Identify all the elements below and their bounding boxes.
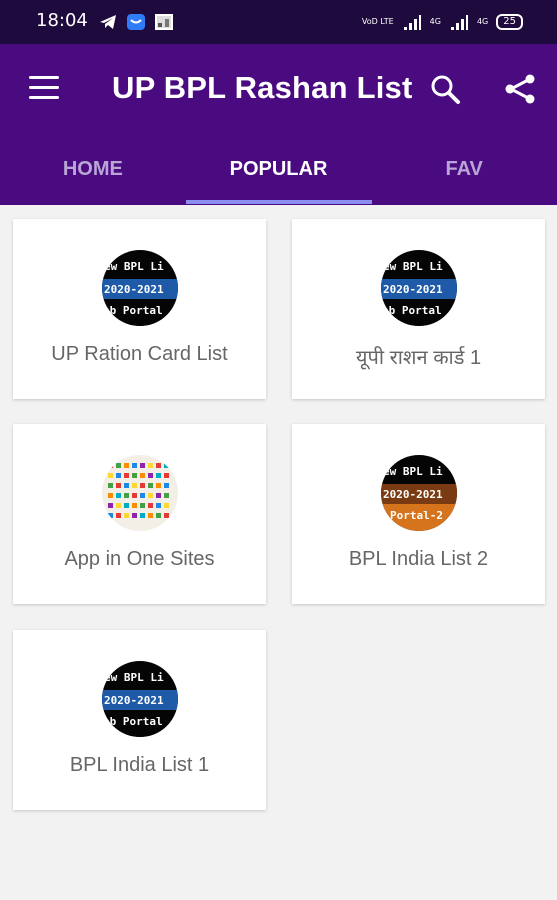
card-app-in-one-sites[interactable]: App in One Sites [13,424,266,604]
card-label: App in One Sites [64,548,215,570]
card-label: यूपी राशन कार्ड 1 [355,347,482,369]
svg-text:Portal-2: Portal-2 [390,509,443,522]
tab-home[interactable]: HOME [0,144,186,205]
card-label: BPL India List 2 [348,548,489,570]
tab-popular[interactable]: POPULAR [186,144,372,205]
card-up-ration-card-list[interactable]: ew BPL Li 2020-2021 eb Portal UP Ration … [13,219,266,399]
app-grid-icon [101,455,178,531]
status-bar: 18:04 VoD LTE 4G 4G 25 [0,0,557,44]
menu-icon[interactable] [27,74,61,104]
message-icon [126,12,146,32]
network-label-1: VoD LTE [361,17,394,26]
app-title: UP BPL Rashan List [112,70,413,105]
tab-fav[interactable]: FAV [371,144,557,205]
signal-icon-2 [449,12,469,32]
share-icon[interactable] [503,72,537,106]
portal-thumbnail-icon: ew BPL Li 2020-2021 eb Portal [380,250,457,326]
portal-thumbnail-icon: ew BPL Li 2020-2021 eb Portal [101,661,178,737]
signal-icon-1 [402,12,422,32]
svg-text:eb Portal: eb Portal [103,715,163,728]
card-label: UP Ration Card List [51,343,228,365]
card-bpl-india-list-2[interactable]: ew BPL Li 2020-2021 Portal-2 BPL India L… [292,424,545,604]
card-bpl-india-list-1[interactable]: ew BPL Li 2020-2021 eb Portal BPL India … [13,630,266,810]
portal-thumbnail-icon: ew BPL Li 2020-2021 eb Portal [101,250,178,326]
tab-bar: HOME POPULAR FAV [0,144,557,205]
active-tab-indicator [186,200,372,204]
card-label: BPL India List 1 [69,754,210,776]
svg-text:eb Portal: eb Portal [382,304,442,317]
app-bar: UP BPL Rashan List HOME POPULAR FAV [0,44,557,205]
network-label-2: 4G [429,17,441,26]
svg-text:2020-2021: 2020-2021 [104,283,164,296]
svg-text:2020-2021: 2020-2021 [383,488,443,501]
image-icon [154,12,174,32]
telegram-icon [98,12,118,32]
svg-text:ew BPL Li: ew BPL Li [104,260,164,273]
network-label-3: 4G [476,17,489,26]
svg-text:ew BPL Li: ew BPL Li [383,465,443,478]
svg-text:ew BPL Li: ew BPL Li [104,671,164,684]
status-time: 18:04 [36,10,88,31]
svg-text:eb Portal: eb Portal [103,304,163,317]
svg-text:2020-2021: 2020-2021 [104,694,164,707]
status-right: VoD LTE 4G 4G 25 [362,12,523,32]
status-left-icons [98,12,174,32]
portal-thumbnail-icon: ew BPL Li 2020-2021 Portal-2 [380,455,457,531]
svg-text:ew BPL Li: ew BPL Li [383,260,443,273]
battery-indicator: 25 [496,14,523,30]
svg-text:2020-2021: 2020-2021 [383,283,443,296]
search-icon[interactable] [428,72,462,106]
card-up-ration-card-hindi[interactable]: ew BPL Li 2020-2021 eb Portal यूपी राशन … [292,219,545,399]
